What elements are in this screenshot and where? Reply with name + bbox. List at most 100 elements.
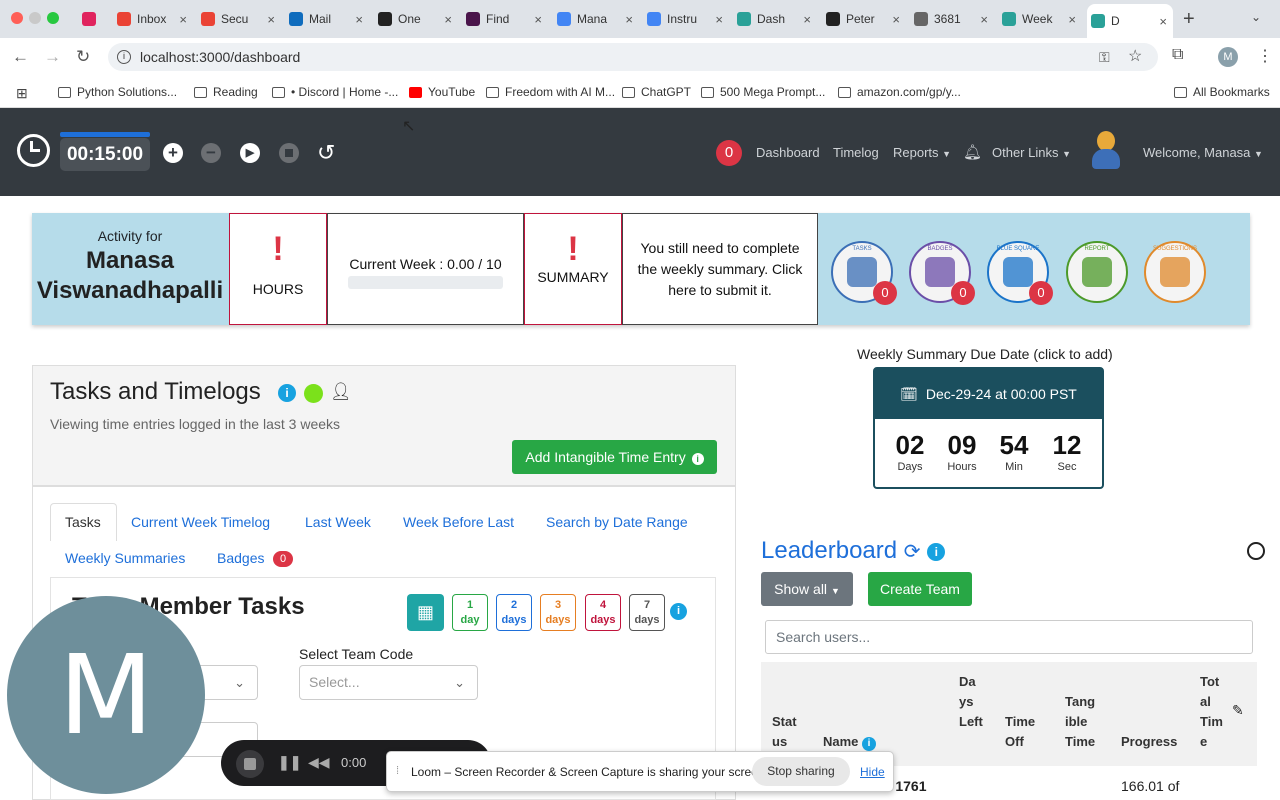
nav-timelog[interactable]: Timelog <box>833 145 879 160</box>
browser-tab[interactable]: Secu × <box>197 6 281 32</box>
close-tab-icon[interactable]: × <box>1159 14 1173 29</box>
due-date-label[interactable]: Weekly Summary Due Date (click to add) <box>857 346 1113 362</box>
nav-reports[interactable]: Reports ▼ <box>893 145 951 160</box>
close-tab-icon[interactable]: × <box>1068 12 1082 27</box>
user-icon[interactable]: 👤︎ <box>330 382 352 402</box>
bookmark-item[interactable]: amazon.com/gp/y... <box>838 85 961 99</box>
team-code-select[interactable]: Select... ⌄ <box>299 665 478 700</box>
notification-count-badge[interactable]: 0 <box>716 140 742 166</box>
close-tab-icon[interactable]: × <box>444 12 458 27</box>
show-all-dropdown[interactable]: Show all ▼ <box>761 572 853 606</box>
back-icon[interactable]: ← <box>12 47 29 67</box>
col-time-off[interactable]: Time Off <box>1005 712 1039 752</box>
close-tab-icon[interactable]: × <box>625 12 639 27</box>
browser-tab[interactable]: Mail × <box>285 6 369 32</box>
address-bar[interactable]: i localhost:3000/dashboard <box>108 43 1158 71</box>
award-badge-icon[interactable]: TASKS 0 <box>831 241 897 305</box>
extensions-icon[interactable]: ⧉ <box>1172 46 1183 64</box>
refresh-icon[interactable]: ⟳ <box>904 541 921 563</box>
hours-box[interactable]: ! HOURS <box>229 213 327 325</box>
drag-handle-icon[interactable]: ⁞ <box>396 765 399 777</box>
award-badge-icon[interactable]: BADGES 0 <box>909 241 975 305</box>
stop-button[interactable] <box>279 143 299 163</box>
tab-search-icon[interactable]: ⌄ <box>1251 10 1261 24</box>
close-window-button[interactable] <box>11 12 23 24</box>
close-tab-icon[interactable]: × <box>715 12 729 27</box>
browser-tab[interactable]: Week × <box>998 6 1082 32</box>
bookmark-item[interactable]: 500 Mega Prompt... <box>701 85 825 99</box>
minimize-window-button[interactable] <box>29 12 41 24</box>
award-badge-icon[interactable]: REPORT <box>1066 241 1128 303</box>
tab-current-week-timelog[interactable]: Current Week Timelog <box>131 514 270 530</box>
all-bookmarks-button[interactable]: All Bookmarks <box>1174 85 1270 99</box>
day-filter-button[interactable]: 1 day <box>452 594 488 631</box>
close-tab-icon[interactable]: × <box>803 12 817 27</box>
bell-icon[interactable]: 🔔︎ <box>963 143 982 161</box>
tab-last-week[interactable]: Last Week <box>305 514 371 530</box>
col-total-time[interactable]: Tot al Tim e <box>1200 672 1224 752</box>
award-badge-icon[interactable]: BLUE SQUARE 0 <box>987 241 1053 305</box>
history-clock-icon[interactable] <box>1247 542 1265 560</box>
browser-tab[interactable]: 3681 × <box>910 6 994 32</box>
browser-tab[interactable]: Find × <box>462 6 548 32</box>
browser-tab[interactable]: Mana × <box>553 6 639 32</box>
browser-tab[interactable]: One × <box>374 6 458 32</box>
close-tab-icon[interactable]: × <box>179 12 193 27</box>
browser-tab[interactable]: Dash × <box>733 6 817 32</box>
create-team-button[interactable]: Create Team <box>868 572 972 606</box>
play-button[interactable]: ▶ <box>240 143 260 163</box>
bookmark-item[interactable]: ChatGPT <box>622 85 691 99</box>
bookmark-item[interactable]: Reading <box>194 85 258 99</box>
info-icon[interactable]: i <box>278 384 296 402</box>
info-icon[interactable]: i <box>927 542 946 561</box>
calendar-icon[interactable]: ▦ <box>407 594 444 631</box>
day-filter-button[interactable]: 3 days <box>540 594 576 631</box>
summary-reminder[interactable]: You still need to complete the weekly su… <box>622 213 818 325</box>
profile-avatar[interactable]: M <box>1218 47 1238 67</box>
reload-icon[interactable]: ↻ <box>76 47 90 67</box>
maximize-window-button[interactable] <box>47 12 59 24</box>
close-tab-icon[interactable]: × <box>980 12 994 27</box>
col-progress[interactable]: Progress <box>1121 732 1177 752</box>
close-tab-icon[interactable]: × <box>355 12 369 27</box>
site-info-icon[interactable]: i <box>117 50 131 64</box>
bookmark-star-icon[interactable]: ☆ <box>1128 46 1142 66</box>
bookmark-item[interactable]: • Discord | Home -... <box>272 85 398 99</box>
subtract-time-button[interactable]: − <box>201 143 221 163</box>
rewind-icon[interactable]: ◀◀ <box>308 754 330 771</box>
day-filter-button[interactable]: 7 days <box>629 594 665 631</box>
new-tab-button[interactable]: + <box>1183 8 1195 31</box>
loom-camera-bubble[interactable]: M <box>7 596 205 794</box>
day-filter-button[interactable]: 4 days <box>585 594 621 631</box>
close-tab-icon[interactable]: × <box>892 12 906 27</box>
info-icon[interactable]: i <box>670 603 687 620</box>
browser-tab[interactable]: Inbox × <box>113 6 193 32</box>
bookmark-item[interactable]: YouTube <box>409 85 475 99</box>
reset-icon[interactable]: ↺ <box>317 140 335 166</box>
browser-menu-icon[interactable]: ⋮ <box>1257 46 1273 66</box>
hide-link[interactable]: Hide <box>860 765 885 779</box>
col-name[interactable]: Name i <box>823 732 877 752</box>
tab-tasks[interactable]: Tasks <box>65 514 101 530</box>
edit-icon[interactable]: ✎ <box>1232 702 1244 719</box>
tab-badges[interactable]: Badges <box>217 550 264 566</box>
browser-tab[interactable]: Instru × <box>643 6 729 32</box>
nav-dashboard[interactable]: Dashboard <box>756 145 820 160</box>
close-tab-icon[interactable]: × <box>534 12 548 27</box>
browser-tab[interactable]: D × <box>1087 4 1173 38</box>
summary-box[interactable]: ! SUMMARY <box>524 213 622 325</box>
col-tangible-time[interactable]: Tang ible Time <box>1065 692 1099 752</box>
nav-other-links[interactable]: Other Links ▼ <box>992 145 1071 160</box>
password-key-icon[interactable]: ⚿ <box>1099 49 1110 66</box>
tab-weekly-summaries[interactable]: Weekly Summaries <box>65 550 185 566</box>
apps-grid-icon[interactable]: ⊞ <box>16 85 28 102</box>
add-time-button[interactable]: + <box>163 143 183 163</box>
search-users-input[interactable]: Search users... <box>765 620 1253 654</box>
pause-icon[interactable]: ❚❚ <box>278 754 301 771</box>
tab-search-by-date-range[interactable]: Search by Date Range <box>546 514 688 530</box>
close-tab-icon[interactable]: × <box>267 12 281 27</box>
tab-week-before-last[interactable]: Week Before Last <box>403 514 514 530</box>
bookmark-item[interactable]: Python Solutions... <box>58 85 177 99</box>
forward-icon[interactable]: → <box>44 47 61 67</box>
welcome-menu[interactable]: Welcome, Manasa ▼ <box>1143 145 1263 160</box>
